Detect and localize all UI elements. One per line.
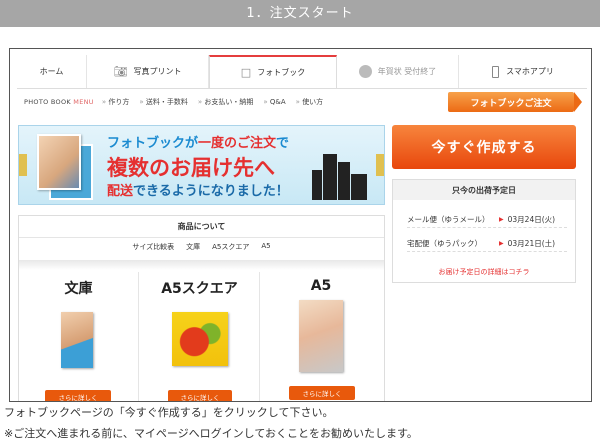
- tab-new-year-card[interactable]: 年賀状 受付終了: [337, 55, 459, 88]
- banner-line-1b: 一度のご注文: [198, 136, 277, 151]
- product-image-bunko: [61, 312, 93, 368]
- shipping-date: 03月21日(土): [507, 239, 556, 248]
- product-name: A5: [310, 278, 332, 294]
- brand-accent: MENU: [73, 98, 94, 106]
- camera-icon: 📷︎: [113, 65, 128, 78]
- size-link-a5[interactable]: A5: [261, 242, 270, 256]
- shipping-label: 宅配便（ゆうパック）: [407, 239, 482, 248]
- banner-next-arrow[interactable]: [376, 154, 384, 176]
- banner-city-illustration: [312, 150, 370, 200]
- tab-photo-print-label: 写真プリント: [133, 67, 182, 76]
- tab-home-label: ホーム: [39, 67, 64, 76]
- banner-line-3a: 配送: [107, 184, 134, 199]
- subnav-link-shipping-fee[interactable]: 送料・手数料: [139, 97, 188, 107]
- product-bunko: 文庫 さらに詳しく: [19, 272, 139, 401]
- tab-new-year-card-label: 年賀状 受付終了: [377, 67, 437, 76]
- subnav-link-payment[interactable]: お支払い・納期: [198, 97, 253, 107]
- tab-photobook-label: フォトブック: [257, 68, 306, 77]
- size-link-a5-square[interactable]: A5スクエア: [212, 242, 249, 256]
- banner-line-1c: で: [276, 136, 290, 151]
- photobook-order-label: フォトブックご注文: [470, 98, 552, 109]
- step-title: 1．注文スタート: [246, 6, 354, 21]
- banner-line-1: フォトブックが一度のご注文で: [107, 132, 289, 151]
- shipping-row-mail: メール便（ゆうメール） ▶ 03月24日(火): [407, 212, 567, 228]
- screenshot-frame: ホーム 📷︎ 写真プリント □ フォトブック 年賀状 受付終了 スマホアプリ P…: [9, 48, 592, 402]
- instruction-line-2: ※ご注文へ進まれる前に、マイページへログインしておくことをお勧めいたします。: [4, 427, 418, 440]
- tab-smartphone-app-label: スマホアプリ: [506, 67, 554, 76]
- banner-line-2: 複数のお届け先へ: [107, 156, 275, 180]
- product-image-a5: [299, 300, 343, 372]
- product-more-button[interactable]: さらに詳しく: [168, 390, 232, 401]
- tab-photobook[interactable]: □ フォトブック: [209, 55, 337, 88]
- triangle-icon: ▶: [499, 240, 504, 247]
- size-link-compare[interactable]: サイズ比較表: [132, 242, 174, 256]
- product-name: 文庫: [64, 281, 93, 297]
- banner-line-3: 配送できるようになりました！: [107, 180, 289, 199]
- step-title-bar: 1．注文スタート: [0, 0, 600, 27]
- shipping-details-link[interactable]: お届け予定日の詳細はコチラ: [393, 267, 575, 277]
- book-icon: □: [240, 66, 252, 79]
- product-more-button[interactable]: さらに詳しく: [45, 390, 111, 401]
- top-nav: ホーム 📷︎ 写真プリント □ フォトブック 年賀状 受付終了 スマホアプリ: [17, 55, 587, 89]
- triangle-icon: ▶: [499, 216, 504, 223]
- photobook-order-button[interactable]: フォトブックご注文: [448, 92, 582, 112]
- brand-text: PHOTO BOOK: [24, 98, 74, 106]
- shipping-label: メール便（ゆうメール）: [407, 215, 490, 224]
- photobook-menu-brand: PHOTO BOOK MENU: [24, 98, 94, 106]
- product-heading: 商品について: [19, 216, 384, 238]
- product-section: 商品について サイズ比較表 文庫 A5スクエア A5 文庫 さらに詳しく A5ス…: [18, 215, 385, 401]
- start-create-button[interactable]: 今すぐ作成する: [392, 125, 576, 169]
- banner-line-1a: フォトブックが: [107, 136, 199, 151]
- shipping-row-parcel: 宅配便（ゆうパック） ▶ 03月21日(土): [407, 236, 567, 252]
- tab-photo-print[interactable]: 📷︎ 写真プリント: [87, 55, 209, 88]
- photobook-sub-nav: PHOTO BOOK MENU 作り方 送料・手数料 お支払い・納期 Q&A 使…: [24, 95, 444, 109]
- subnav-link-usage[interactable]: 使い方: [296, 97, 323, 107]
- size-links: サイズ比較表 文庫 A5スクエア A5: [19, 242, 384, 256]
- banner-line-3b: できるようになりました！: [133, 184, 289, 199]
- product-more-button[interactable]: さらに詳しく: [289, 386, 355, 400]
- instruction-line-1: フォトブックページの「今すぐ作成する」をクリックして下さい。: [4, 406, 334, 419]
- product-image-a5-square: [172, 312, 228, 366]
- product-a5-square: A5スクエア さらに詳しく: [140, 272, 260, 401]
- product-a5: A5 さらに詳しく: [261, 272, 381, 401]
- tab-home[interactable]: ホーム: [17, 55, 87, 88]
- start-create-label: 今すぐ作成する: [431, 140, 537, 156]
- banner-prev-arrow[interactable]: [19, 154, 27, 176]
- shipping-title: 只今の出荷予定日: [393, 180, 575, 200]
- subnav-link-howto[interactable]: 作り方: [102, 97, 129, 107]
- product-divider: [19, 260, 384, 270]
- round-icon: [358, 65, 372, 78]
- product-name: A5スクエア: [161, 281, 238, 297]
- banner-book-photo: [37, 134, 81, 190]
- campaign-banner[interactable]: フォトブックが一度のご注文で 複数のお届け先へ 配送できるようになりました！: [18, 125, 385, 205]
- phone-icon: [492, 65, 500, 78]
- shipping-schedule-box: 只今の出荷予定日 メール便（ゆうメール） ▶ 03月24日(火) 宅配便（ゆうパ…: [392, 179, 576, 283]
- size-link-bunko[interactable]: 文庫: [186, 242, 200, 256]
- subnav-link-qa[interactable]: Q&A: [263, 98, 286, 106]
- tab-smartphone-app[interactable]: スマホアプリ: [459, 55, 587, 88]
- shipping-date: 03月24日(火): [507, 215, 556, 224]
